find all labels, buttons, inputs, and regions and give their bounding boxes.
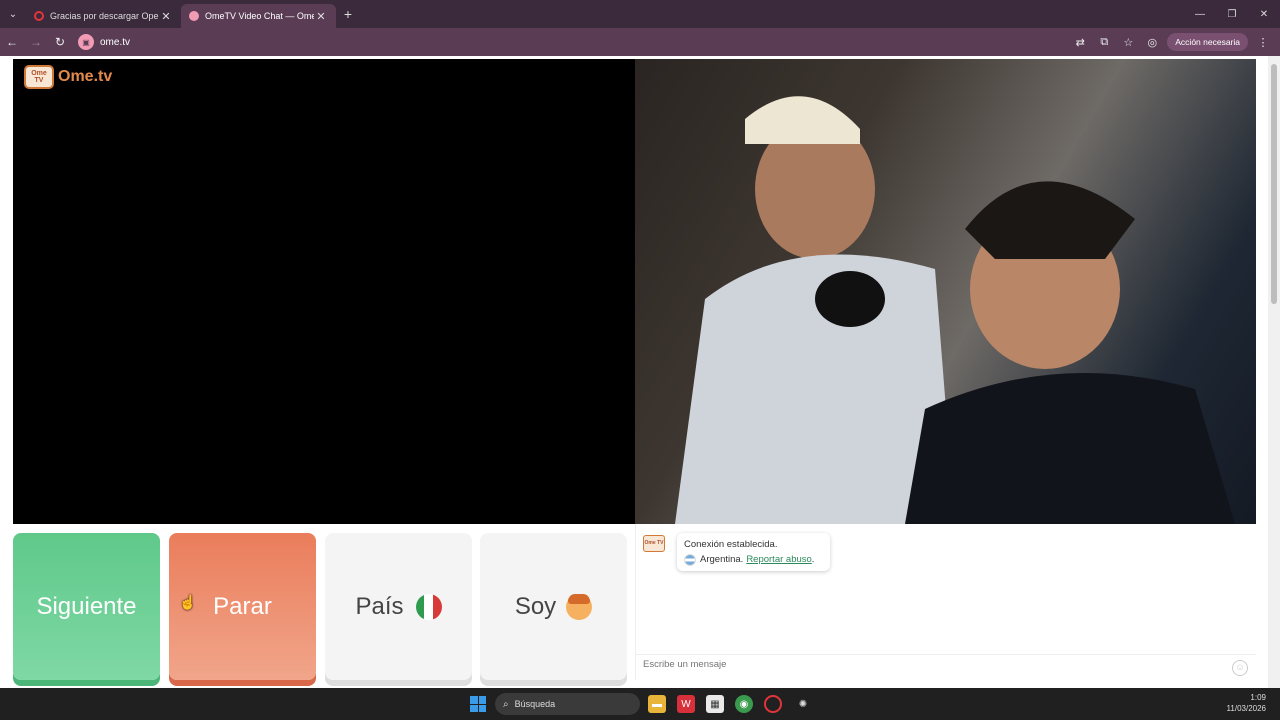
tab-strip: ⌄ Gracias por descargar Opera ✕ OmeTV Vi… <box>0 0 1280 28</box>
ometv-icon <box>189 11 199 21</box>
chat-divider <box>635 654 1256 655</box>
country-button-label: País <box>355 592 404 620</box>
action-needed-button[interactable]: Acción necesaria <box>1167 33 1248 51</box>
opera-icon <box>34 11 44 21</box>
back-icon[interactable]: ← <box>0 35 24 49</box>
close-window-icon[interactable]: ✕ <box>1248 0 1280 28</box>
microphone-shape <box>815 271 885 327</box>
country-button[interactable]: País <box>325 533 472 680</box>
windows-start-icon[interactable] <box>470 696 486 712</box>
clock-date: 11/03/2026 <box>1226 704 1266 713</box>
new-tab-button[interactable]: + <box>336 6 360 22</box>
opera-taskbar-icon[interactable] <box>764 695 782 713</box>
taskbar-search[interactable]: ⌕ Búsqueda <box>495 693 640 715</box>
close-tab-icon[interactable]: ✕ <box>314 10 328 23</box>
logo-text: Ome.tv <box>58 68 113 85</box>
tab-title: Gracias por descargar Opera <box>50 11 159 21</box>
remote-video <box>635 59 1256 524</box>
cap-shape <box>745 96 860 144</box>
report-abuse-link[interactable]: Reportar abuso <box>746 552 811 567</box>
menu-dots-icon[interactable]: ⋮ <box>1254 36 1272 49</box>
remote-video-frame <box>675 96 1235 524</box>
tab-title: OmeTV Video Chat — Ome <box>205 11 314 21</box>
gender-button[interactable]: Soy <box>480 533 627 680</box>
minimize-icon[interactable]: — <box>1184 0 1216 28</box>
chat-system-message: Conexión establecida. Argentina. Reporta… <box>677 533 830 571</box>
windows-taskbar <box>0 688 1280 720</box>
wps-office-icon[interactable]: W <box>677 695 695 713</box>
url-text: ome.tv <box>100 36 131 48</box>
install-app-icon[interactable]: ⧉ <box>1095 36 1113 49</box>
stop-button-label: Parar <box>213 592 272 620</box>
next-button[interactable]: Siguiente <box>13 533 160 680</box>
search-label: Búsqueda <box>514 699 556 709</box>
chrome-icon[interactable]: ◉ <box>735 695 753 713</box>
person-right-body <box>905 373 1235 524</box>
clock-time: 1:09 <box>1250 693 1266 702</box>
ometv-logo: Ome TV Ome.tv <box>24 65 112 89</box>
partner-country: Argentina. <box>700 554 744 565</box>
emoji-picker-icon[interactable]: ☺ <box>1232 660 1248 676</box>
tab-ometv[interactable]: OmeTV Video Chat — Ome ✕ <box>181 4 336 28</box>
page-scrollbar[interactable] <box>1268 56 1280 688</box>
store-icon[interactable]: ▦ <box>706 695 724 713</box>
maximize-icon[interactable]: ❐ <box>1216 0 1248 28</box>
tab-menu-chevron-icon[interactable]: ⌄ <box>0 0 26 28</box>
bookmark-star-icon[interactable]: ☆ <box>1119 36 1137 49</box>
reload-icon[interactable]: ↻ <box>48 35 72 49</box>
next-button-label: Siguiente <box>36 592 137 620</box>
address-bar[interactable]: ▣ ome.tv <box>78 34 130 50</box>
gender-button-label: Soy <box>514 592 557 620</box>
window-controls: — ❐ ✕ <box>1184 0 1280 28</box>
report-suffix: . <box>811 554 815 565</box>
chat-bot-logo-icon: Ome TV <box>643 535 665 552</box>
translate-icon[interactable]: ⇄ <box>1071 36 1089 49</box>
tab-opera[interactable]: Gracias por descargar Opera ✕ <box>26 4 181 28</box>
search-icon: ⌕ <box>503 698 509 710</box>
system-clock[interactable]: 1:09 11/03/2026 <box>1227 692 1266 714</box>
site-info-icon[interactable]: ▣ <box>78 34 94 50</box>
scrollbar-thumb[interactable] <box>1271 64 1277 304</box>
tv-logo-icon: Ome TV <box>24 65 54 89</box>
person-right-hair <box>965 181 1135 259</box>
local-video <box>13 59 635 524</box>
boy-emoji-icon <box>566 593 593 620</box>
profile-icon[interactable]: ◎ <box>1143 36 1161 49</box>
connection-status: Conexión establecida. <box>684 539 778 550</box>
message-input[interactable] <box>643 659 1223 670</box>
address-toolbar: ← → ↻ ▣ ome.tv ⇄ ⧉ ☆ ◎ Acción necesaria … <box>0 28 1280 56</box>
mouse-cursor-icon: ☝ <box>179 594 197 610</box>
file-explorer-icon[interactable]: ▬ <box>648 695 666 713</box>
italy-flag-icon <box>415 593 442 620</box>
argentina-flag-icon <box>684 553 696 566</box>
chatgpt-icon[interactable]: ✺ <box>794 695 812 713</box>
close-tab-icon[interactable]: ✕ <box>159 10 173 23</box>
forward-icon[interactable]: → <box>24 35 48 49</box>
